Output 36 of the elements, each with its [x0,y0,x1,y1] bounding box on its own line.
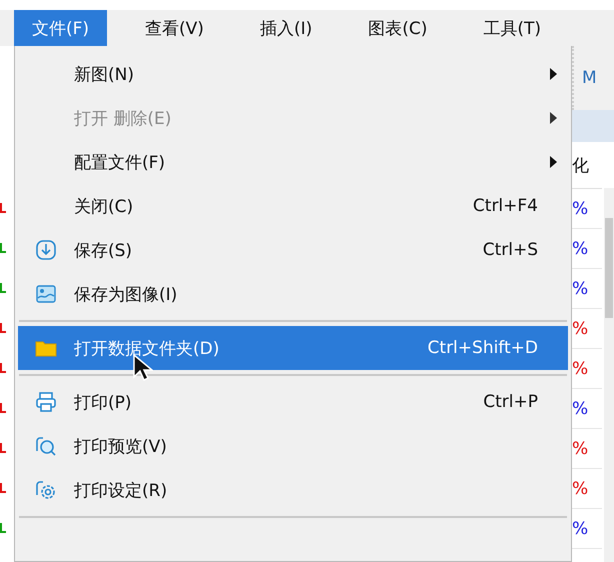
menu-bar-item[interactable]: 查看(V) [127,10,222,46]
scrollbar-thumb[interactable] [605,218,613,318]
menu-item[interactable]: 保存(S) Ctrl+S [18,228,568,272]
menu-item[interactable]: 打开数据文件夹(D) Ctrl+Shift+D [18,326,568,370]
menu-item[interactable]: 打印设定(R) [18,468,568,512]
shortcut-label: Ctrl+S [482,240,538,260]
shortcut-label: Ctrl+P [483,392,538,412]
toolbar-label[interactable]: M [582,68,597,88]
table-cell: % [572,389,602,429]
tab-band [572,110,614,142]
table-cell: % [572,309,602,349]
print-settings-icon [35,479,57,501]
menu-bar-item[interactable]: 图表(C) [350,10,446,46]
menu-bar-item[interactable]: 工具(T) [465,10,560,46]
menu-item[interactable]: 打印预览(V) [18,424,568,468]
print-preview-icon [35,435,57,457]
shortcut-label: Ctrl+Shift+D [428,338,538,358]
table-cell: % [572,509,602,549]
table-cell: % [572,349,602,389]
table-cell: % [572,269,602,309]
menu-item[interactable]: 配置文件(F) [18,140,568,184]
menu-item[interactable]: 新图(N) [18,52,568,96]
shortcut-label: Ctrl+F4 [472,196,538,216]
save-icon [35,239,57,261]
table-cell: % [572,189,602,229]
menu-item[interactable]: 打印(P) Ctrl+P [18,380,568,424]
image-icon [35,283,57,305]
column-header: 化 [572,142,602,189]
printer-icon [35,391,57,413]
table-cell: % [572,229,602,269]
menu-bar-item[interactable]: 文件(F) [14,10,108,46]
table-cell: % [572,429,602,469]
table-cell: % [572,469,602,509]
menu-item[interactable]: 保存为图像(I) [18,272,568,316]
menu-bar-item[interactable]: 插入(I) [242,10,330,46]
menu-item[interactable]: 关闭(C) Ctrl+F4 [18,184,568,228]
